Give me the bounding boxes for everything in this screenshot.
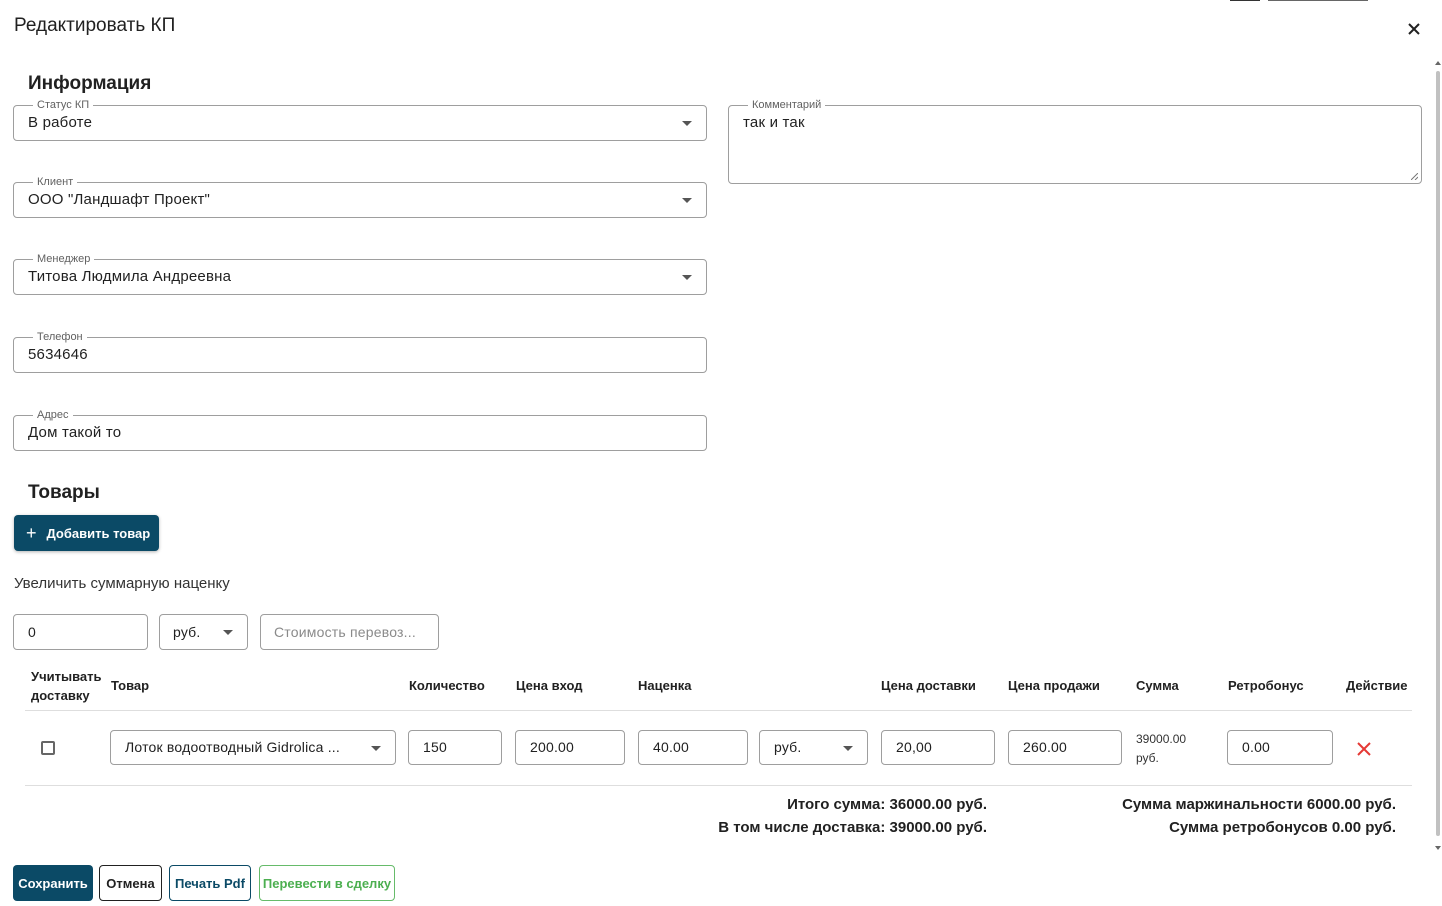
- sale-price-value: 260.00: [1023, 739, 1068, 755]
- resize-handle-icon[interactable]: [1411, 173, 1418, 180]
- caret-down-icon: [682, 275, 692, 280]
- col-include-delivery: Учитывать доставку: [31, 667, 102, 705]
- sale-price-input[interactable]: 260.00: [1008, 730, 1122, 765]
- col-sum: Сумма: [1136, 678, 1179, 693]
- comment-label: Комментарий: [748, 99, 826, 111]
- comment-value: так и так: [743, 114, 805, 131]
- row-markup-unit-select[interactable]: руб.: [759, 730, 868, 765]
- scroll-down-icon[interactable]: [1435, 846, 1441, 850]
- comment-textarea[interactable]: Комментарий так и так: [728, 99, 1422, 184]
- markup-input[interactable]: 40.00: [638, 730, 748, 765]
- markup-value: 40.00: [653, 739, 690, 755]
- dialog-title: Редактировать КП: [14, 15, 176, 36]
- delivery-price-input[interactable]: 20,00: [881, 730, 995, 765]
- caret-down-icon: [371, 746, 381, 751]
- phone-value: 5634646: [28, 346, 88, 363]
- status-label: Статус КП: [33, 99, 94, 111]
- total-delivery: В том числе доставка: 39000.00 руб.: [718, 819, 987, 836]
- add-product-button[interactable]: + Добавить товар: [14, 515, 159, 551]
- product-value: Лоток водоотводный Gidrolica ...: [125, 739, 340, 755]
- margin-sum: Сумма маржинальности 6000.00 руб.: [1122, 796, 1396, 813]
- caret-down-icon: [223, 630, 233, 635]
- row-sum-amount: 39000.00: [1136, 732, 1187, 746]
- goods-heading: Товары: [28, 482, 100, 503]
- include-delivery-checkbox[interactable]: [41, 741, 55, 755]
- caret-down-icon: [682, 198, 692, 203]
- col-action: Действие: [1346, 678, 1408, 693]
- price-in-value: 200.00: [530, 739, 575, 755]
- print-pdf-button[interactable]: Печать Pdf: [169, 865, 251, 901]
- transport-cost-placeholder: Стоимость перевоз...: [274, 624, 416, 640]
- row-sum: 39000.00 руб.: [1136, 730, 1186, 768]
- retro-input[interactable]: 0.00: [1227, 730, 1333, 765]
- quantity-value: 150: [423, 739, 447, 755]
- col-include-delivery-line1: Учитывать: [31, 669, 102, 684]
- scroll-up-icon[interactable]: [1435, 61, 1441, 65]
- total-sum: Итого сумма: 36000.00 руб.: [787, 796, 987, 813]
- plus-icon: +: [26, 523, 37, 543]
- add-product-label: Добавить товар: [46, 525, 151, 541]
- client-select[interactable]: Клиент ООО "Ландшафт Проект": [13, 176, 707, 218]
- delete-icon[interactable]: [1356, 741, 1372, 757]
- delivery-price-value: 20,00: [896, 739, 933, 755]
- edit-offer-dialog: Редактировать КП Информация Статус КП В …: [1, 1, 1441, 906]
- client-label: Клиент: [33, 176, 78, 188]
- save-button[interactable]: Сохранить: [13, 865, 93, 901]
- phone-label: Телефон: [33, 331, 87, 343]
- caret-down-icon: [843, 746, 853, 751]
- address-input[interactable]: Адрес Дом такой то: [13, 409, 707, 451]
- markup-unit-value: руб.: [173, 624, 201, 640]
- client-value: ООО "Ландшафт Проект": [28, 191, 211, 208]
- col-markup: Наценка: [638, 678, 692, 693]
- status-select[interactable]: Статус КП В работе: [13, 99, 707, 141]
- quantity-input[interactable]: 150: [408, 730, 502, 765]
- manager-select[interactable]: Менеджер Титова Людмила Андреевна: [13, 253, 707, 295]
- table-header-divider: [25, 710, 1412, 711]
- price-in-input[interactable]: 200.00: [515, 730, 625, 765]
- caret-down-icon: [682, 121, 692, 126]
- row-sum-currency: руб.: [1136, 751, 1159, 765]
- col-product: Товар: [111, 678, 150, 693]
- retro-sum: Сумма ретробонусов 0.00 руб.: [1169, 819, 1396, 836]
- table-row-divider: [25, 785, 1412, 786]
- col-delivery-price: Цена доставки: [881, 678, 976, 693]
- address-label: Адрес: [33, 409, 73, 421]
- retro-value: 0.00: [1242, 739, 1271, 755]
- manager-value: Титова Людмила Андреевна: [28, 268, 232, 285]
- col-include-delivery-line2: доставку: [31, 688, 90, 703]
- product-select[interactable]: Лоток водоотводный Gidrolica ...: [110, 730, 396, 765]
- markup-unit-select[interactable]: руб.: [159, 614, 248, 650]
- markup-increase-label: Увеличить суммарную наценку: [14, 575, 230, 592]
- info-heading: Информация: [28, 73, 152, 94]
- col-quantity: Количество: [409, 678, 485, 693]
- cancel-button[interactable]: Отмена: [99, 865, 162, 901]
- markup-increase-input[interactable]: 0: [13, 614, 148, 650]
- address-value: Дом такой то: [28, 424, 122, 441]
- scrollbar-thumb[interactable]: [1436, 71, 1440, 836]
- transport-cost-input[interactable]: Стоимость перевоз...: [260, 614, 439, 650]
- col-retro: Ретробонус: [1228, 678, 1304, 693]
- col-sale-price: Цена продажи: [1008, 678, 1100, 693]
- close-icon[interactable]: [1406, 21, 1422, 37]
- status-value: В работе: [28, 114, 93, 131]
- markup-increase-value: 0: [28, 624, 36, 640]
- row-markup-unit-value: руб.: [774, 739, 802, 755]
- convert-to-deal-button[interactable]: Перевести в сделку: [259, 865, 395, 901]
- manager-label: Менеджер: [33, 253, 95, 265]
- phone-input[interactable]: Телефон 5634646: [13, 331, 707, 373]
- col-price-in: Цена вход: [516, 678, 583, 693]
